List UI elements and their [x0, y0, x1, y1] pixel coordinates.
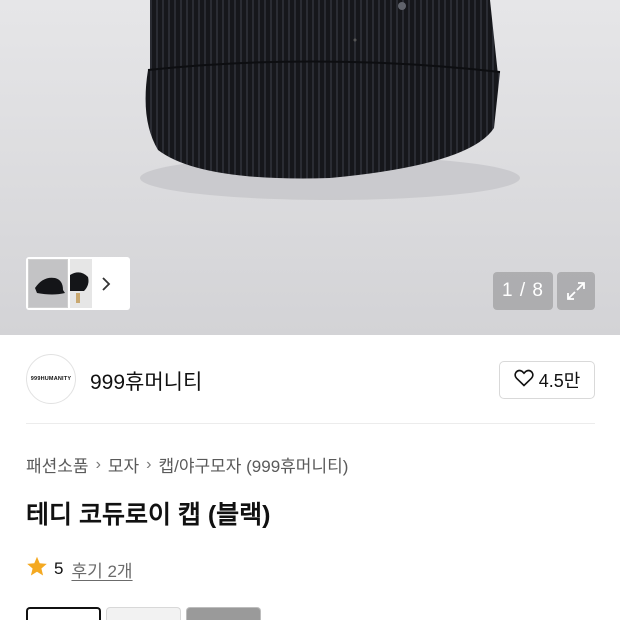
like-button[interactable]: 4.5만 — [499, 361, 595, 399]
expand-arrows-icon[interactable] — [557, 272, 595, 310]
option-swatches — [26, 607, 261, 620]
like-count: 4.5만 — [538, 371, 581, 391]
option-swatch[interactable] — [186, 607, 261, 620]
product-rating: 5 후기 2개 — [26, 556, 133, 582]
chevron-right-icon: › — [95, 455, 101, 473]
divider — [26, 423, 595, 424]
option-swatch-selected[interactable] — [26, 607, 101, 620]
breadcrumb: 패션소품 › 모자 › 캡/야구모자 (999휴머니티) — [26, 452, 348, 477]
chevron-right-icon: › — [146, 455, 152, 473]
rating-score: 5 — [54, 559, 64, 578]
heart-outline-icon — [514, 369, 534, 392]
breadcrumb-item[interactable]: 캡/야구모자 (999휴머니티) — [159, 452, 349, 477]
product-title: 테디 코듀로이 캡 (블랙) — [26, 501, 271, 529]
thumbnail-2[interactable] — [70, 259, 92, 308]
star-icon — [26, 556, 48, 582]
breadcrumb-item[interactable]: 패션소품 — [26, 452, 89, 477]
reviews-link[interactable]: 후기 2개 — [71, 557, 132, 582]
breadcrumb-item[interactable]: 모자 — [108, 452, 139, 477]
product-image-gallery[interactable]: 1 / 8 — [0, 0, 620, 335]
store-name[interactable]: 999휴머니티 — [90, 366, 202, 396]
image-counter: 1 / 8 — [493, 272, 553, 310]
store-logo-text: 999HUMANITY — [30, 376, 72, 382]
chevron-right-icon[interactable] — [92, 259, 120, 308]
store-logo[interactable]: 999HUMANITY — [26, 354, 76, 404]
thumbnail-strip — [26, 257, 130, 310]
thumbnail-1[interactable] — [28, 259, 68, 308]
option-swatch[interactable] — [106, 607, 181, 620]
